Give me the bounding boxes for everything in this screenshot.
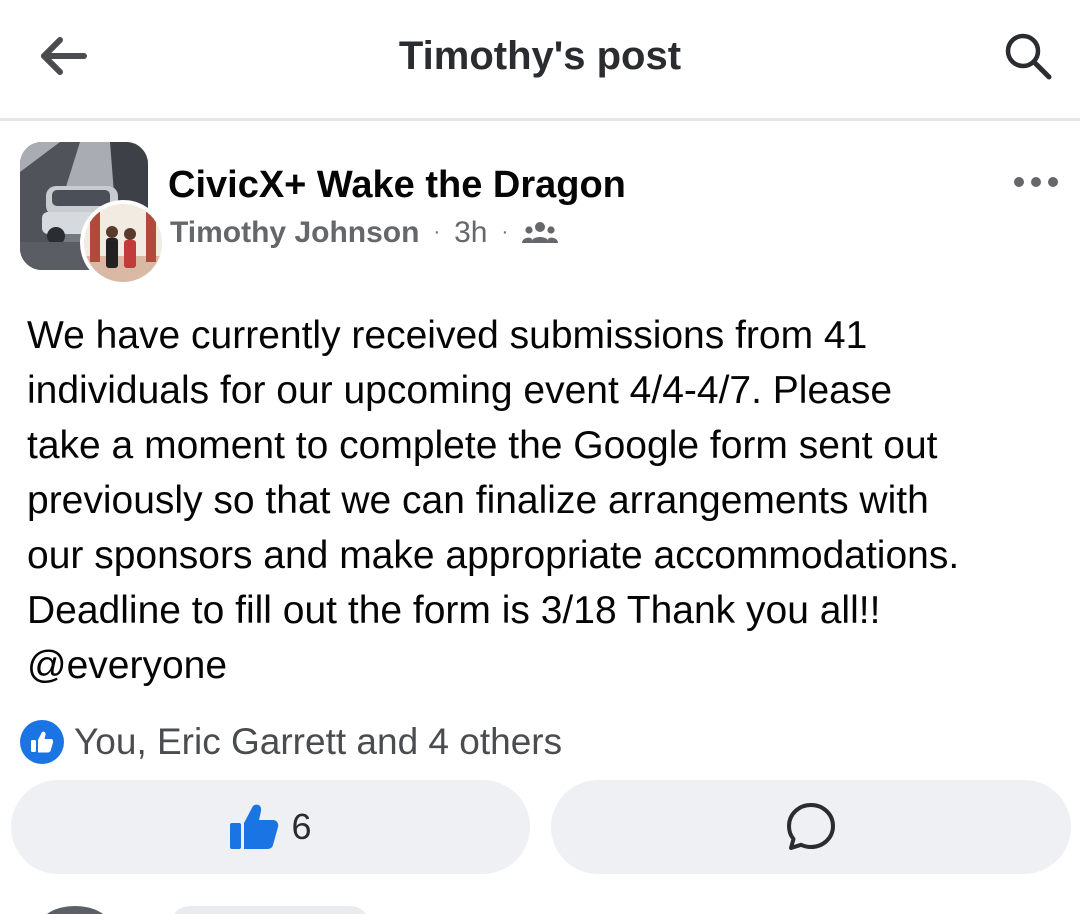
comment-button[interactable]	[551, 780, 1071, 874]
arrow-left-icon	[41, 37, 87, 75]
reactions-summary[interactable]: You, Eric Garrett and 4 others	[20, 718, 562, 766]
meta-separator: ·	[433, 221, 441, 243]
post-body-line: our sponsors and make appropriate accomm…	[27, 534, 960, 577]
thumbs-up-icon	[230, 804, 279, 849]
search-button[interactable]	[996, 26, 1060, 86]
like-reaction-icon	[20, 720, 64, 764]
post-body-line: take a moment to complete the Google for…	[27, 424, 938, 467]
back-button[interactable]	[34, 28, 94, 84]
post-body: We have currently received submissions f…	[27, 308, 1067, 693]
post-body-line: We have currently received submissions f…	[27, 314, 868, 357]
author-name[interactable]: Timothy Johnson	[170, 216, 419, 250]
next-comment-avatar	[40, 906, 110, 914]
like-count: 6	[291, 806, 312, 847]
post-options-button[interactable]	[1008, 160, 1064, 204]
more-horizontal-icon	[1014, 177, 1058, 187]
group-name[interactable]: CivicX+ Wake the Dragon	[168, 160, 626, 210]
post-body-line: Deadline to fill out the form is 3/18 Th…	[27, 589, 881, 632]
post-body-mention[interactable]: @everyone	[27, 638, 1067, 693]
like-button[interactable]: 6	[11, 780, 530, 874]
next-comment-bubble	[170, 906, 370, 914]
search-icon	[1005, 33, 1052, 80]
meta-separator: ·	[501, 221, 509, 243]
author-avatar[interactable]	[80, 200, 166, 286]
author-photo	[84, 204, 162, 282]
reactions-text: You, Eric Garrett and 4 others	[74, 721, 563, 762]
post-time[interactable]: 3h	[454, 216, 487, 250]
post-body-line: individuals for our upcoming event 4/4-4…	[27, 369, 893, 412]
top-bar: Timothy's post	[0, 0, 1080, 121]
comment-bubble-icon	[787, 803, 835, 850]
post-body-line: previously so that we can finalize arran…	[27, 479, 929, 522]
post-page: Timothy's post CivicX+ Wake the Dragon T…	[0, 0, 1080, 914]
page-title: Timothy's post	[398, 34, 682, 78]
post-meta: Timothy Johnson · 3h ·	[170, 212, 559, 254]
group-members-icon	[522, 219, 559, 247]
